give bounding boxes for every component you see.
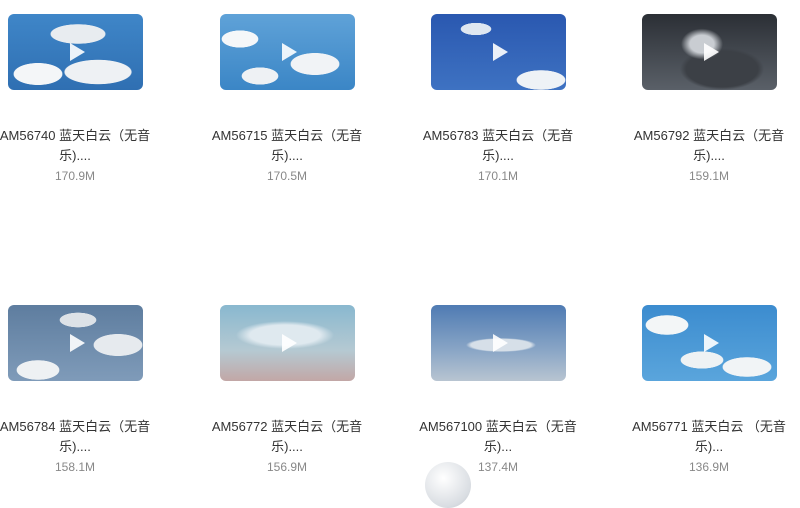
- video-card[interactable]: AM56715 蓝天白云（无音乐).... 170.5M: [197, 14, 377, 184]
- video-thumbnail[interactable]: [641, 305, 777, 381]
- file-size: 159.1M: [688, 169, 730, 183]
- video-grid: AM56740 蓝天白云（无音乐).... 170.9M AM56715 蓝天白…: [0, 0, 800, 489]
- video-thumbnail[interactable]: [641, 14, 777, 90]
- play-icon[interactable]: [278, 334, 297, 352]
- video-thumbnail[interactable]: [219, 14, 355, 90]
- video-card[interactable]: AM56740 蓝天白云（无音乐).... 170.9M: [0, 14, 165, 184]
- play-icon[interactable]: [489, 334, 508, 352]
- file-size: 136.9M: [688, 460, 730, 474]
- video-title[interactable]: AM567100 蓝天白云（无音乐)...: [408, 417, 588, 457]
- video-title[interactable]: AM56783 蓝天白云（无音乐)....: [408, 126, 588, 166]
- video-thumbnail[interactable]: [7, 305, 143, 381]
- video-card[interactable]: AM56772 蓝天白云（无音乐).... 156.9M: [197, 305, 377, 475]
- floating-bubble: [425, 462, 471, 508]
- video-card[interactable]: AM56771 蓝天白云 （无音乐)... 136.9M: [619, 305, 799, 475]
- video-card[interactable]: AM56784 蓝天白云（无音乐).... 158.1M: [0, 305, 165, 475]
- play-icon[interactable]: [700, 334, 719, 352]
- video-title[interactable]: AM56740 蓝天白云（无音乐)....: [0, 126, 165, 166]
- video-card[interactable]: AM56792 蓝天白云（无音乐).... 159.1M: [619, 14, 799, 184]
- video-thumbnail[interactable]: [430, 305, 566, 381]
- file-size: 158.1M: [54, 460, 96, 474]
- play-icon[interactable]: [66, 334, 85, 352]
- video-card[interactable]: AM567100 蓝天白云（无音乐)... 137.4M: [408, 305, 588, 475]
- video-card[interactable]: AM56783 蓝天白云（无音乐).... 170.1M: [408, 14, 588, 184]
- play-icon[interactable]: [278, 43, 297, 61]
- video-title[interactable]: AM56784 蓝天白云（无音乐)....: [0, 417, 165, 457]
- video-title[interactable]: AM56772 蓝天白云（无音乐)....: [197, 417, 377, 457]
- file-size: 170.1M: [477, 169, 519, 183]
- play-icon[interactable]: [66, 43, 85, 61]
- video-title[interactable]: AM56771 蓝天白云 （无音乐)...: [619, 417, 799, 457]
- play-icon[interactable]: [489, 43, 508, 61]
- video-title[interactable]: AM56715 蓝天白云（无音乐)....: [197, 126, 377, 166]
- file-size: 156.9M: [266, 460, 308, 474]
- file-size: 170.5M: [266, 169, 308, 183]
- video-thumbnail[interactable]: [219, 305, 355, 381]
- play-icon[interactable]: [700, 43, 719, 61]
- file-size: 170.9M: [54, 169, 96, 183]
- video-thumbnail[interactable]: [7, 14, 143, 90]
- video-title[interactable]: AM56792 蓝天白云（无音乐)....: [619, 126, 799, 166]
- video-thumbnail[interactable]: [430, 14, 566, 90]
